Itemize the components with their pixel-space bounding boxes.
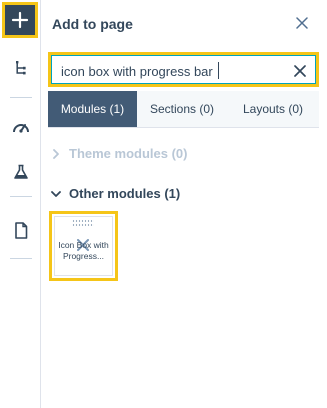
rail-divider	[10, 258, 32, 259]
clear-search-button[interactable]	[292, 63, 308, 79]
gauge-icon[interactable]	[12, 118, 30, 136]
tab-modules[interactable]: Modules (1)	[48, 91, 137, 127]
left-rail	[0, 0, 41, 408]
search-field[interactable]	[51, 55, 316, 84]
module-card[interactable]: Icon Box with Progress...	[54, 216, 113, 276]
group-label: Other modules (1)	[69, 186, 181, 201]
tab-bar: Modules (1) Sections (0) Layouts (0)	[48, 91, 319, 128]
tab-sections[interactable]: Sections (0)	[137, 91, 227, 127]
module-card-highlight: Icon Box with Progress...	[49, 211, 118, 281]
close-icon	[296, 17, 308, 29]
tab-layouts[interactable]: Layouts (0)	[227, 91, 319, 127]
search-input[interactable]	[61, 61, 281, 81]
page-icon[interactable]	[12, 221, 30, 239]
rail-divider	[10, 196, 32, 197]
plus-icon	[11, 11, 29, 29]
layers-tree-icon[interactable]	[12, 59, 30, 77]
search-highlight	[48, 52, 319, 87]
chevron-down-icon	[50, 188, 62, 200]
module-card-label: Icon Box with Progress...	[58, 240, 109, 261]
text-caret	[218, 62, 219, 79]
chevron-right-icon	[50, 148, 62, 160]
clear-icon	[294, 65, 306, 77]
flask-icon[interactable]	[12, 163, 30, 181]
add-button[interactable]	[2, 2, 38, 38]
rail-divider	[10, 97, 32, 98]
panel-title: Add to page	[52, 16, 133, 32]
group-other-modules[interactable]: Other modules (1)	[50, 186, 180, 201]
group-label: Theme modules (0)	[69, 146, 188, 161]
close-button[interactable]	[294, 15, 310, 31]
drag-handle-icon	[72, 220, 94, 228]
group-theme-modules[interactable]: Theme modules (0)	[50, 146, 187, 161]
